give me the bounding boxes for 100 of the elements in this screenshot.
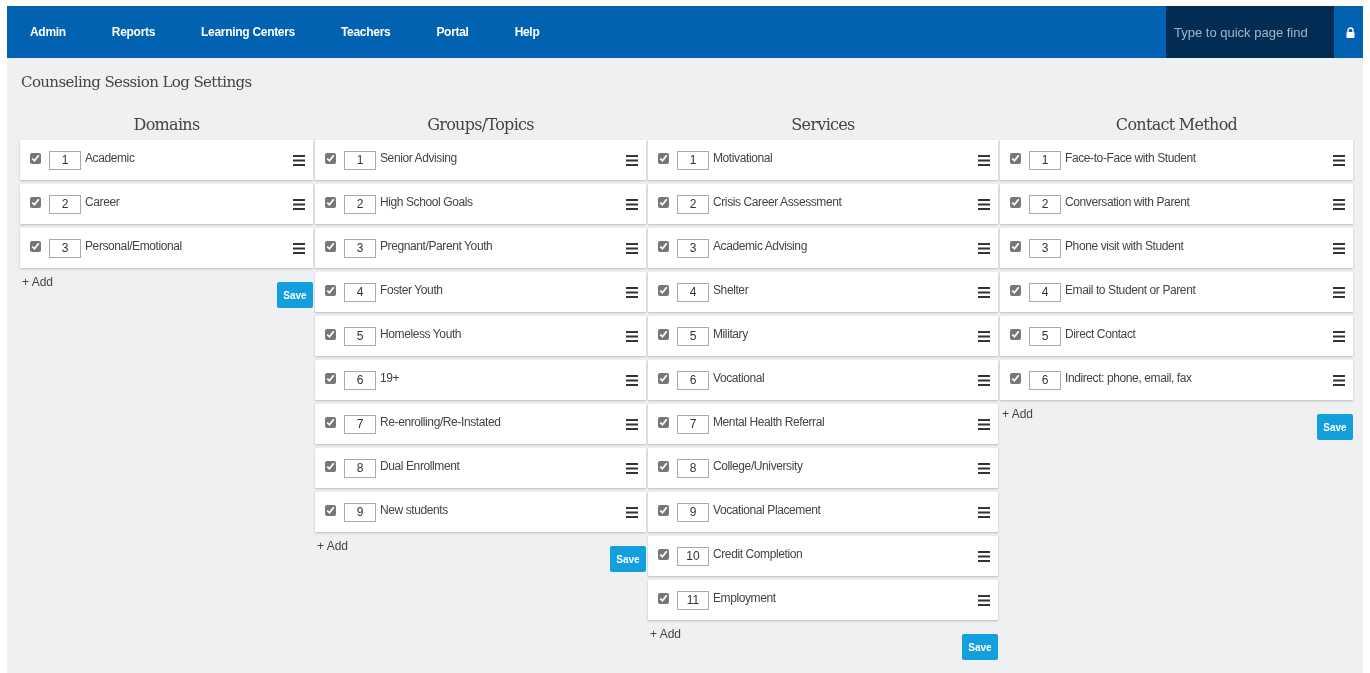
checkbox[interactable]: [325, 460, 336, 472]
order-field[interactable]: 2: [1029, 194, 1061, 214]
order-field[interactable]: 2: [49, 194, 81, 214]
order-field[interactable]: 2: [677, 194, 709, 214]
list-row[interactable]: 11 Employment: [648, 580, 998, 620]
checkbox[interactable]: [325, 328, 336, 340]
order-field[interactable]: 6: [677, 370, 709, 390]
list-row[interactable]: 4 Email to Student or Parent: [1000, 272, 1353, 312]
list-row[interactable]: 9 Vocational Placement: [648, 492, 998, 532]
drag-handle-icon[interactable]: [626, 242, 638, 254]
checkbox[interactable]: [658, 152, 669, 164]
drag-handle-icon[interactable]: [293, 154, 305, 166]
checkbox[interactable]: [325, 416, 336, 428]
add-link[interactable]: + Add: [648, 627, 682, 641]
order-field[interactable]: 1: [677, 150, 709, 170]
list-row[interactable]: 6 19+: [315, 360, 646, 400]
drag-handle-icon[interactable]: [978, 462, 990, 474]
checkbox[interactable]: [30, 196, 41, 208]
order-field[interactable]: 3: [49, 238, 81, 258]
order-field[interactable]: 6: [344, 370, 376, 390]
drag-handle-icon[interactable]: [626, 286, 638, 298]
checkbox[interactable]: [325, 152, 336, 164]
order-field[interactable]: 8: [344, 458, 376, 478]
order-field[interactable]: 11: [677, 590, 709, 610]
nav-link[interactable]: Learning Centers: [201, 25, 295, 39]
drag-handle-icon[interactable]: [1333, 286, 1345, 298]
list-row[interactable]: 8 Dual Enrollment: [315, 448, 646, 488]
list-row[interactable]: 3 Pregnant/Parent Youth: [315, 228, 646, 268]
nav-link[interactable]: Teachers: [341, 25, 391, 39]
drag-handle-icon[interactable]: [1333, 154, 1345, 166]
drag-handle-icon[interactable]: [978, 374, 990, 386]
drag-handle-icon[interactable]: [626, 462, 638, 474]
order-field[interactable]: 6: [1029, 370, 1061, 390]
list-row[interactable]: 2 Crisis Career Assessment: [648, 184, 998, 224]
drag-handle-icon[interactable]: [626, 374, 638, 386]
list-row[interactable]: 1 Academic: [20, 140, 313, 180]
list-row[interactable]: 1 Face-to-Face with Student: [1000, 140, 1353, 180]
order-field[interactable]: 7: [677, 414, 709, 434]
order-field[interactable]: 1: [1029, 150, 1061, 170]
order-field[interactable]: 5: [1029, 326, 1061, 346]
list-row[interactable]: 5 Homeless Youth: [315, 316, 646, 356]
add-link[interactable]: + Add: [20, 275, 54, 289]
drag-handle-icon[interactable]: [626, 154, 638, 166]
list-row[interactable]: 1 Senior Advising: [315, 140, 646, 180]
checkbox[interactable]: [658, 328, 669, 340]
checkbox[interactable]: [658, 372, 669, 384]
checkbox[interactable]: [1010, 240, 1021, 252]
list-row[interactable]: 8 College/University: [648, 448, 998, 488]
order-field[interactable]: 4: [1029, 282, 1061, 302]
list-row[interactable]: 7 Re-enrolling/Re-Instated: [315, 404, 646, 444]
order-field[interactable]: 8: [677, 458, 709, 478]
list-row[interactable]: 5 Direct Contact: [1000, 316, 1353, 356]
checkbox[interactable]: [30, 240, 41, 252]
drag-handle-icon[interactable]: [293, 198, 305, 210]
order-field[interactable]: 5: [344, 326, 376, 346]
checkbox[interactable]: [658, 284, 669, 296]
lock-icon[interactable]: [1346, 26, 1355, 38]
checkbox[interactable]: [1010, 196, 1021, 208]
order-field[interactable]: 7: [344, 414, 376, 434]
checkbox[interactable]: [658, 592, 669, 604]
order-field[interactable]: 4: [677, 282, 709, 302]
order-field[interactable]: 5: [677, 326, 709, 346]
drag-handle-icon[interactable]: [978, 198, 990, 210]
list-row[interactable]: 6 Indirect: phone, email, fax: [1000, 360, 1353, 400]
order-field[interactable]: 3: [1029, 238, 1061, 258]
drag-handle-icon[interactable]: [1333, 374, 1345, 386]
drag-handle-icon[interactable]: [978, 154, 990, 166]
drag-handle-icon[interactable]: [1333, 330, 1345, 342]
checkbox[interactable]: [1010, 152, 1021, 164]
drag-handle-icon[interactable]: [978, 242, 990, 254]
add-link[interactable]: + Add: [315, 539, 349, 553]
list-row[interactable]: 2 Career: [20, 184, 313, 224]
list-row[interactable]: 4 Shelter: [648, 272, 998, 312]
list-row[interactable]: 3 Personal/Emotional: [20, 228, 313, 268]
nav-link[interactable]: Portal: [436, 25, 469, 39]
list-row[interactable]: 7 Mental Health Referral: [648, 404, 998, 444]
checkbox[interactable]: [1010, 284, 1021, 296]
checkbox[interactable]: [658, 416, 669, 428]
add-link[interactable]: + Add: [1000, 407, 1034, 421]
drag-handle-icon[interactable]: [978, 330, 990, 342]
checkbox[interactable]: [658, 460, 669, 472]
order-field[interactable]: 3: [344, 238, 376, 258]
checkbox[interactable]: [1010, 328, 1021, 340]
list-row[interactable]: 2 High School Goals: [315, 184, 646, 224]
list-row[interactable]: 5 Military: [648, 316, 998, 356]
checkbox[interactable]: [325, 284, 336, 296]
drag-handle-icon[interactable]: [1333, 198, 1345, 210]
checkbox[interactable]: [658, 548, 669, 560]
order-field[interactable]: 9: [344, 502, 376, 522]
checkbox[interactable]: [325, 504, 336, 516]
list-row[interactable]: 4 Foster Youth: [315, 272, 646, 312]
drag-handle-icon[interactable]: [978, 418, 990, 430]
list-row[interactable]: 2 Conversation with Parent: [1000, 184, 1353, 224]
list-row[interactable]: 10 Credit Completion: [648, 536, 998, 576]
nav-link[interactable]: Admin: [30, 25, 66, 39]
list-row[interactable]: 9 New students: [315, 492, 646, 532]
order-field[interactable]: 10: [677, 546, 709, 566]
order-field[interactable]: 1: [344, 150, 376, 170]
checkbox[interactable]: [325, 240, 336, 252]
drag-handle-icon[interactable]: [626, 418, 638, 430]
